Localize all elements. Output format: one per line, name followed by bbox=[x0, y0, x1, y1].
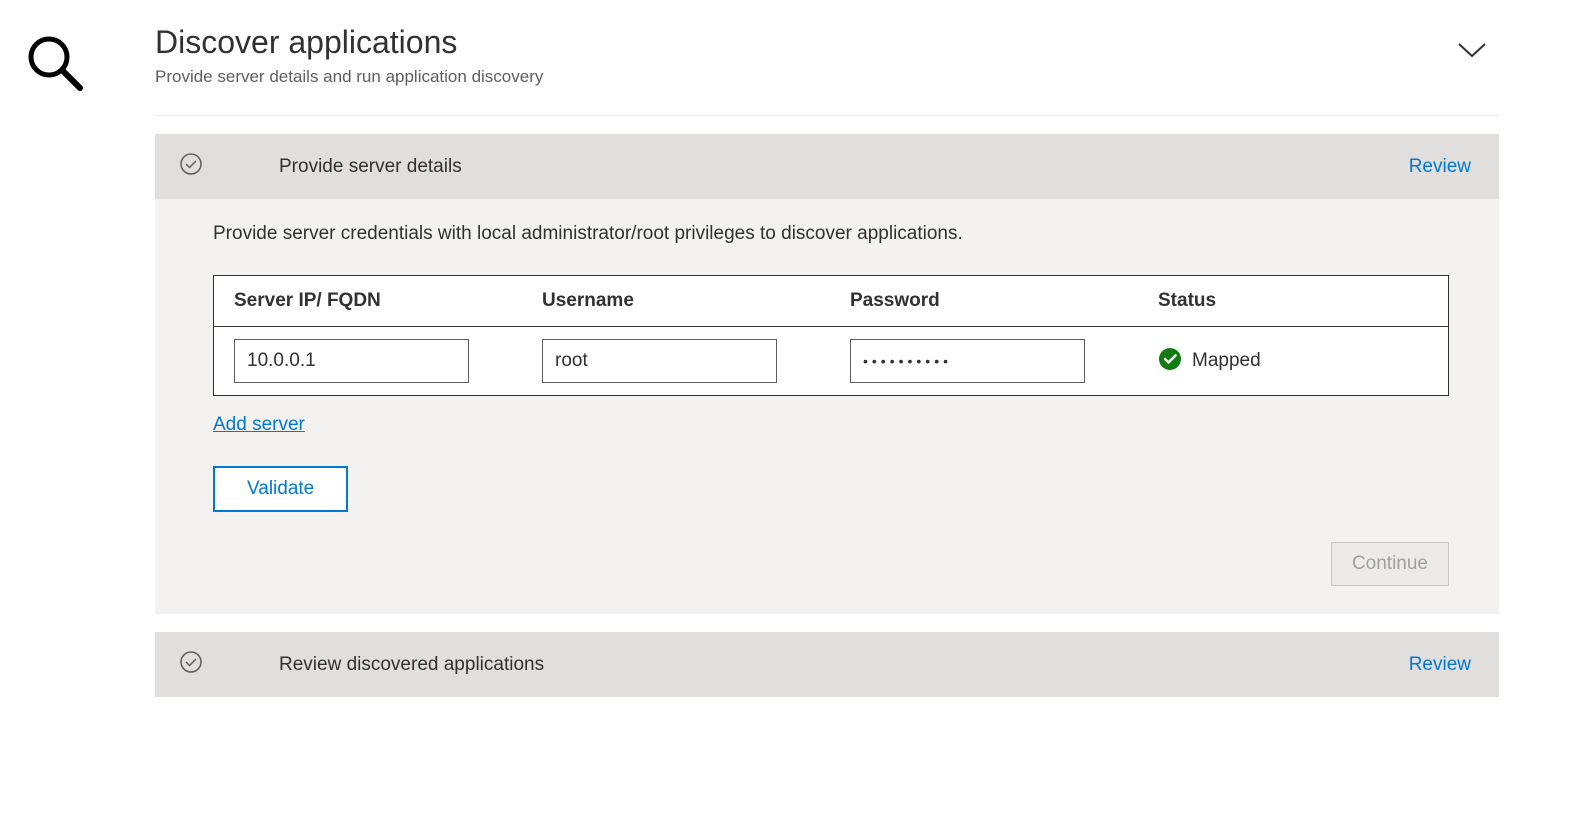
provide-server-details-section: Provide server details Review Provide se… bbox=[155, 134, 1499, 614]
password-input[interactable] bbox=[850, 339, 1085, 383]
column-header-status: Status bbox=[1158, 290, 1428, 312]
review-discovered-section: Review discovered applications Review bbox=[155, 632, 1499, 697]
check-circle-icon bbox=[179, 650, 203, 679]
table-row: Mapped bbox=[214, 327, 1448, 395]
page-header: Discover applications Provide server det… bbox=[155, 24, 1499, 116]
search-icon[interactable] bbox=[24, 81, 86, 98]
success-check-icon bbox=[1158, 347, 1182, 376]
continue-button[interactable]: Continue bbox=[1331, 542, 1449, 586]
page-title: Discover applications bbox=[155, 24, 543, 61]
review-link-review[interactable]: Review bbox=[1409, 654, 1471, 676]
chevron-down-icon[interactable] bbox=[1457, 42, 1487, 65]
add-server-link[interactable]: Add server bbox=[213, 414, 305, 436]
table-header-row: Server IP/ FQDN Username Password Status bbox=[214, 276, 1448, 327]
section-title-review: Review discovered applications bbox=[279, 654, 1409, 676]
server-credentials-table: Server IP/ FQDN Username Password Status bbox=[213, 275, 1449, 396]
check-circle-icon bbox=[179, 152, 203, 181]
status-cell: Mapped bbox=[1158, 347, 1428, 376]
instruction-text: Provide server credentials with local ad… bbox=[213, 223, 1449, 245]
server-ip-input[interactable] bbox=[234, 339, 469, 383]
column-header-password: Password bbox=[850, 290, 1158, 312]
status-text: Mapped bbox=[1192, 350, 1261, 372]
section-title-provide: Provide server details bbox=[279, 156, 1409, 178]
column-header-username: Username bbox=[542, 290, 850, 312]
username-input[interactable] bbox=[542, 339, 777, 383]
validate-button[interactable]: Validate bbox=[213, 466, 348, 512]
review-link-provide[interactable]: Review bbox=[1409, 156, 1471, 178]
section-header-review: Review discovered applications Review bbox=[155, 632, 1499, 697]
column-header-ip: Server IP/ FQDN bbox=[234, 290, 542, 312]
section-header-provide: Provide server details Review bbox=[155, 134, 1499, 199]
page-subtitle: Provide server details and run applicati… bbox=[155, 67, 543, 87]
